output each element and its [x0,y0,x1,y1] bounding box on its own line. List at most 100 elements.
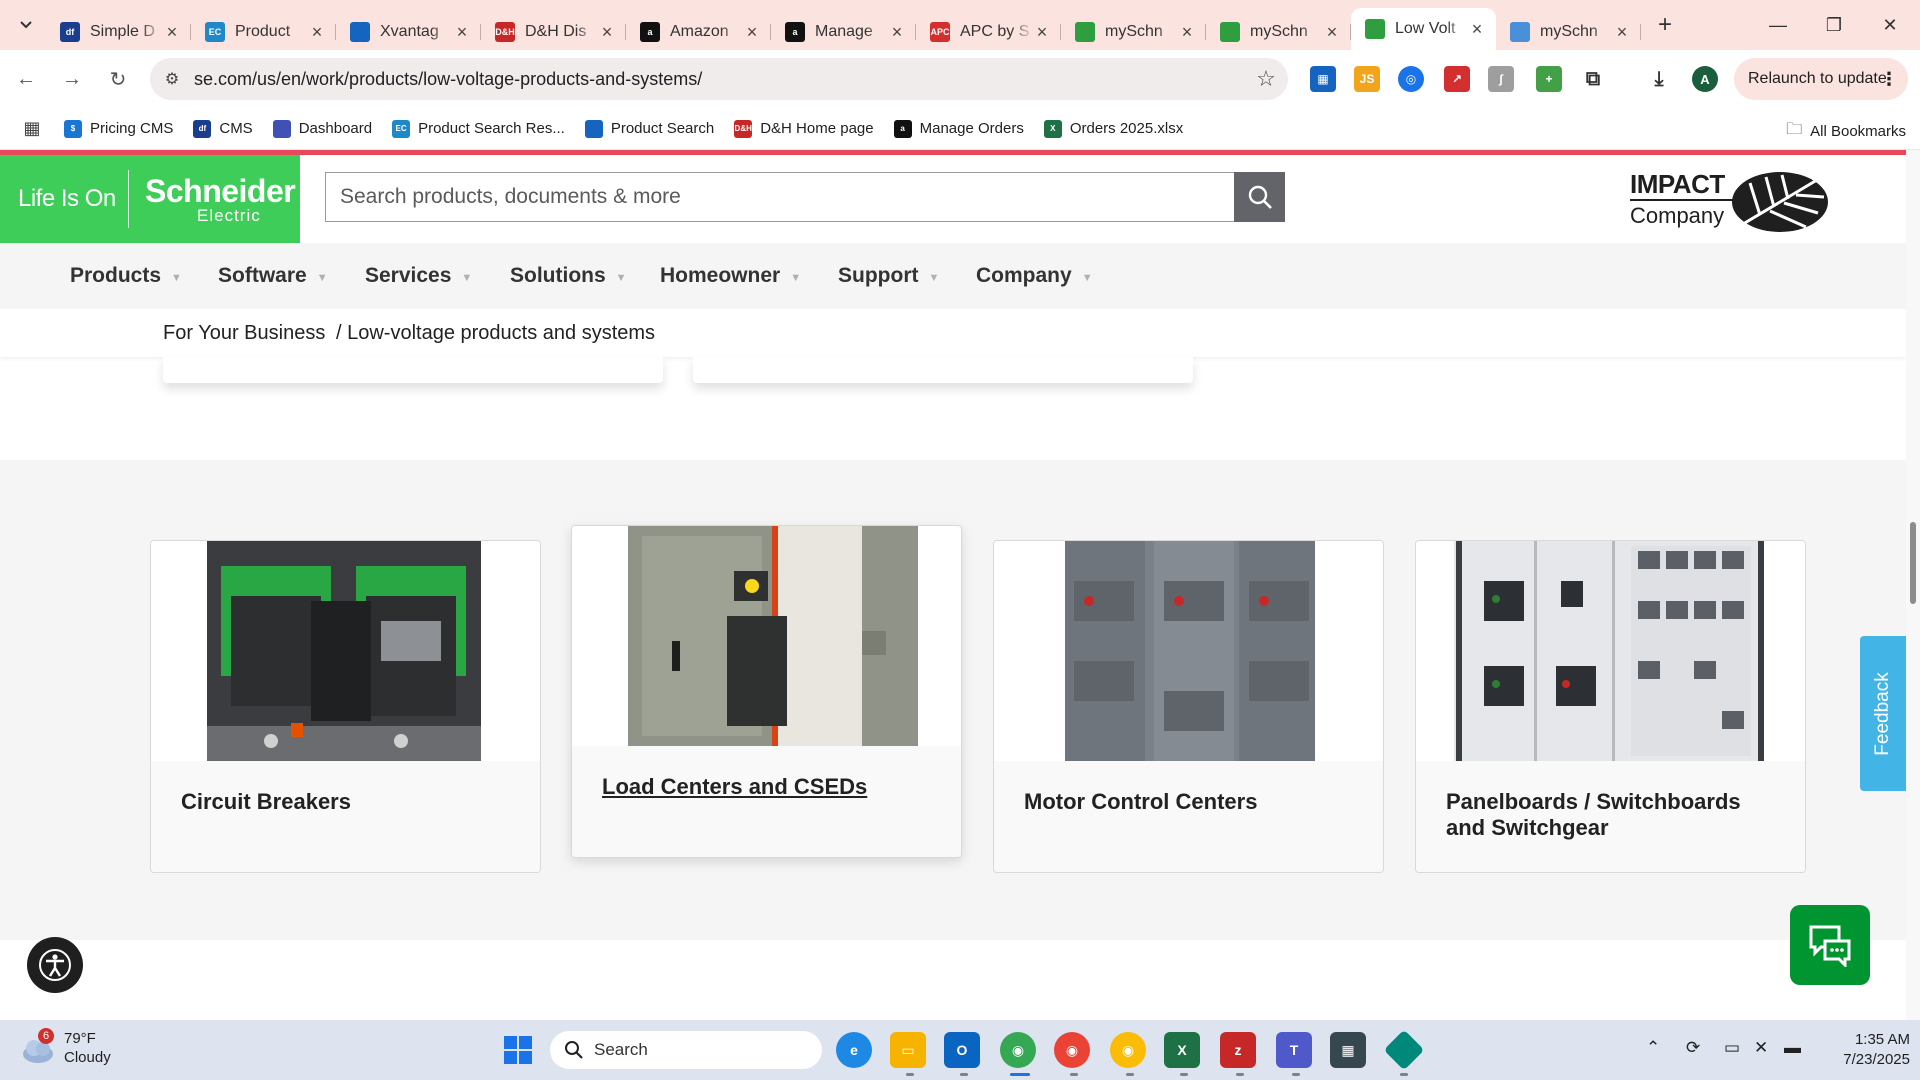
reload-button[interactable]: ↻ [98,59,138,99]
edge-icon[interactable]: e [836,1032,872,1068]
bookmark-item[interactable]: Product Search [584,119,714,138]
bookmark-item[interactable]: df CMS [193,119,253,138]
card-title[interactable]: Circuit Breakers [181,789,520,815]
browser-tab[interactable]: Xvantag × [336,14,481,50]
extension-feather-icon[interactable]: ∫ [1488,66,1514,92]
app-diamond-icon[interactable] [1383,1029,1425,1071]
start-button[interactable] [500,1032,536,1068]
apps-grid-icon[interactable]: ▦ [0,118,64,139]
taskbar-search[interactable]: Search [550,1031,822,1069]
bookmark-item[interactable]: a Manage Orders [893,119,1024,138]
breadcrumb-item-business[interactable]: For Your Business [163,322,325,345]
chrome-profile-2-icon[interactable]: ◉ [1054,1032,1090,1068]
nav-item-software[interactable]: Software ▼ [218,243,328,309]
site-info-icon[interactable]: ⚙ [150,69,194,89]
volume-muted-icon[interactable]: ✕ [1754,1038,1768,1058]
browser-tab[interactable]: mySchn × [1206,14,1351,50]
schneider-logo[interactable]: Life Is On Schneider Electric [0,155,300,243]
file-explorer-icon[interactable]: ▭ [890,1032,926,1068]
nav-item-company[interactable]: Company ▼ [976,243,1093,309]
bookmark-item[interactable]: EC Product Search Res... [392,119,565,138]
close-tab-icon[interactable]: × [743,22,761,43]
category-card-load-centers[interactable]: Load Centers and CSEDs [571,525,962,858]
extension-globe-icon[interactable]: ◎ [1398,66,1424,92]
browser-tab[interactable]: df Simple D × [46,14,191,50]
close-tab-icon[interactable]: × [1323,22,1341,43]
close-window-button[interactable]: ✕ [1862,0,1918,50]
browser-tab[interactable]: Low Volt × [1351,8,1496,50]
bookmark-item[interactable]: X Orders 2025.xlsx [1043,119,1183,138]
nav-item-products[interactable]: Products ▼ [70,243,182,309]
bookmark-star-icon[interactable]: ☆ [1244,66,1288,92]
accessibility-button[interactable] [27,937,83,993]
new-tab-button[interactable]: + [1647,11,1683,39]
nav-item-support[interactable]: Support ▼ [838,243,939,309]
tab-search-button[interactable] [6,7,46,43]
nav-item-solutions[interactable]: Solutions ▼ [510,243,627,309]
teams-icon[interactable]: T [1276,1032,1312,1068]
profile-avatar[interactable]: A [1692,66,1718,92]
category-card-motor-control-centers[interactable]: Motor Control Centers [993,540,1384,873]
close-tab-icon[interactable]: × [598,22,616,43]
url-text[interactable]: se.com/us/en/work/products/low-voltage-p… [194,69,1244,90]
browser-tab[interactable]: mySchn × [1061,14,1206,50]
battery-icon[interactable]: ▬ [1784,1038,1801,1058]
feedback-tab[interactable]: Feedback [1860,636,1906,791]
category-card-panelboards[interactable]: Panelboards / Switchboards and Switchgea… [1415,540,1806,873]
extension-pdf-icon[interactable]: ↗ [1444,66,1470,92]
browser-tab[interactable]: a Amazon × [626,14,771,50]
close-tab-icon[interactable]: × [453,22,471,43]
nav-item-services[interactable]: Services ▼ [365,243,472,309]
all-bookmarks-button[interactable]: 🗀 All Bookmarks [1786,118,1906,145]
chrome-profile-3-icon[interactable]: ◉ [1110,1032,1146,1068]
close-tab-icon[interactable]: × [888,22,906,43]
extension-plus-icon[interactable]: + [1536,66,1562,92]
download-icon[interactable]: ⤓ [1646,66,1672,92]
weather-widget[interactable]: 6 79°F Cloudy [20,1028,111,1068]
category-card-circuit-breakers[interactable]: Circuit Breakers [150,540,541,873]
back-button[interactable]: ← [6,59,46,99]
relaunch-button[interactable]: Relaunch to update ⋮ [1734,58,1908,100]
bookmark-item[interactable]: Dashboard [272,119,372,138]
restore-button[interactable]: ❐ [1806,0,1862,50]
card-title[interactable]: Motor Control Centers [1024,789,1363,815]
outlook-icon[interactable]: O [944,1032,980,1068]
taskbar-search-label: Search [594,1040,648,1059]
extensions-puzzle-icon[interactable]: ⧉ [1580,66,1606,92]
site-search-input[interactable]: Search products, documents & more [325,172,1235,222]
close-tab-icon[interactable]: × [163,22,181,43]
chat-button[interactable] [1790,905,1870,985]
card-title[interactable]: Panelboards / Switchboards and Switchgea… [1446,789,1785,841]
calculator-icon[interactable]: ▦ [1330,1032,1366,1068]
zoom-icon[interactable]: z [1220,1032,1256,1068]
bookmark-item[interactable]: D&H D&H Home page [734,119,874,138]
browser-tab[interactable]: D&H D&H Dis × [481,14,626,50]
tab-favicon-icon: APC [930,22,950,42]
minimize-button[interactable]: — [1750,0,1806,50]
scrollbar-thumb[interactable] [1910,522,1916,604]
bookmark-item[interactable]: $ Pricing CMS [64,119,173,138]
chevron-up-icon[interactable]: ⌃ [1646,1038,1660,1058]
address-bar[interactable]: ⚙ se.com/us/en/work/products/low-voltage… [150,58,1288,100]
browser-tab[interactable]: mySchn × [1496,14,1641,50]
excel-icon[interactable]: X [1164,1032,1200,1068]
sync-icon[interactable]: ⟳ [1686,1038,1700,1058]
nav-item-homeowner[interactable]: Homeowner ▼ [660,243,801,309]
extension-dashboard-icon[interactable]: ▦ [1310,66,1336,92]
close-tab-icon[interactable]: × [1468,19,1486,40]
chrome-icon[interactable]: ◉ [1000,1032,1036,1068]
browser-tab[interactable]: APC APC by S × [916,14,1061,50]
browser-tab[interactable]: a Manage × [771,14,916,50]
extension-js-icon[interactable]: JS [1354,66,1380,92]
browser-tab[interactable]: EC Product × [191,14,336,50]
close-tab-icon[interactable]: × [1178,22,1196,43]
network-icon[interactable]: ▭ [1724,1038,1740,1058]
site-search-button[interactable] [1234,172,1285,222]
close-tab-icon[interactable]: × [1613,22,1631,43]
card-title[interactable]: Load Centers and CSEDs [602,774,941,800]
close-tab-icon[interactable]: × [308,22,326,43]
forward-button[interactable]: → [52,59,92,99]
close-tab-icon[interactable]: × [1033,22,1051,43]
system-clock[interactable]: 1:35 AM 7/23/2025 [1818,1030,1910,1070]
menu-dots-icon[interactable]: ⋮ [1880,69,1898,90]
